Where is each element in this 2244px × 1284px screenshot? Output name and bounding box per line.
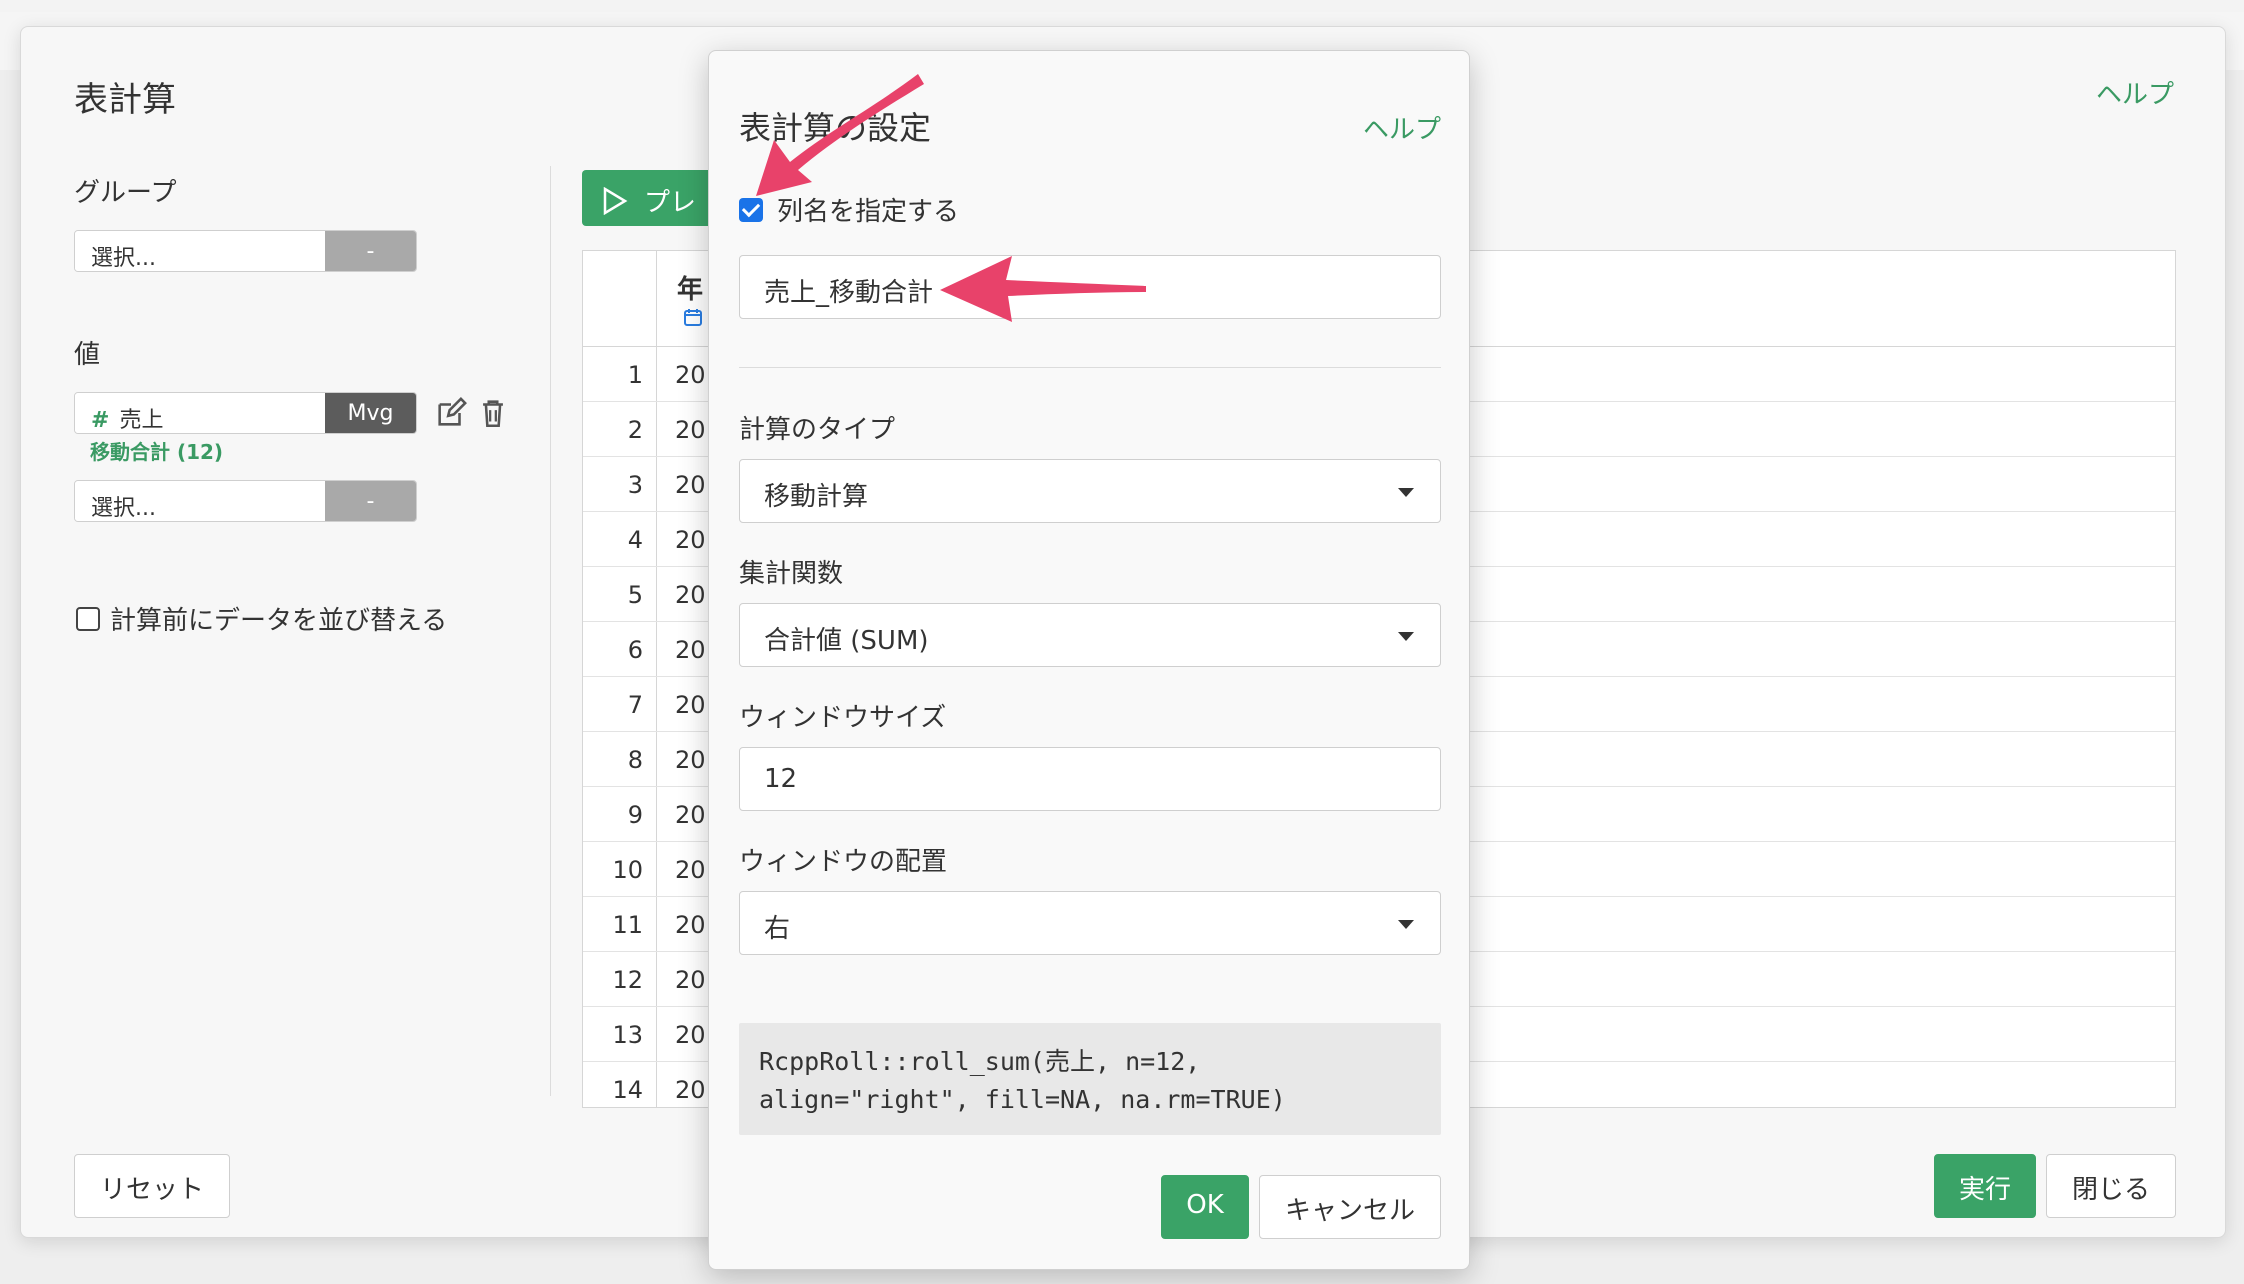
help-link[interactable]: ヘルプ <box>2096 74 2174 111</box>
sort-checkbox[interactable] <box>76 606 100 631</box>
value-label: 値 <box>74 340 101 370</box>
column-name-input[interactable]: 売上_移動合計 <box>739 255 1441 319</box>
value-agg-badge[interactable]: Mvg <box>325 393 416 433</box>
group-select[interactable]: 選択... <box>75 231 325 271</box>
cell-year: 20 <box>675 361 706 389</box>
ok-button[interactable]: OK <box>1161 1175 1249 1239</box>
modal-title: 表計算の設定 <box>739 109 932 147</box>
panel-divider <box>550 166 551 1096</box>
row-index: 14 <box>612 1076 643 1104</box>
agg-function-value: 合計値 (SUM) <box>764 626 929 656</box>
window-align-label: ウィンドウの配置 <box>739 847 948 877</box>
window-align-select[interactable]: 右 <box>739 891 1441 955</box>
value-select-2[interactable]: 選択... <box>75 481 325 521</box>
cell-year: 20 <box>675 526 706 554</box>
cell-year: 20 <box>675 966 706 994</box>
sort-before-calc[interactable]: 計算前にデータを並び替える <box>76 600 447 637</box>
code-preview: RcppRoll::roll_sum(売上, n=12, align="righ… <box>739 1023 1441 1135</box>
run-button[interactable]: 実行 <box>1934 1154 2036 1218</box>
group-select-row[interactable]: 選択... - <box>74 230 417 272</box>
edit-icon[interactable] <box>434 396 468 430</box>
number-type-icon: # <box>91 408 110 433</box>
row-index: 6 <box>627 636 643 664</box>
window-align-value: 右 <box>764 914 791 944</box>
value-select-row-2[interactable]: 選択... - <box>74 480 417 522</box>
dialog-title: 表計算 <box>74 80 176 120</box>
row-index: 13 <box>612 1021 643 1049</box>
cell-year: 20 <box>675 416 706 444</box>
cell-year: 20 <box>675 856 706 884</box>
row-index: 12 <box>612 966 643 994</box>
cell-year: 20 <box>675 1076 706 1104</box>
modal-divider <box>739 367 1441 368</box>
specify-column-name[interactable]: 列名を指定する <box>739 191 959 228</box>
agg-function-select[interactable]: 合計値 (SUM) <box>739 603 1441 667</box>
cell-year: 20 <box>675 636 706 664</box>
cell-year: 20 <box>675 581 706 609</box>
calc-type-value: 移動計算 <box>764 482 869 512</box>
specify-column-name-label: 列名を指定する <box>777 197 960 227</box>
row-index: 1 <box>627 361 643 389</box>
cell-year: 20 <box>675 1021 706 1049</box>
cell-year: 20 <box>675 471 706 499</box>
row-index: 3 <box>627 471 643 499</box>
specify-column-name-checkbox[interactable] <box>739 197 763 222</box>
value-remove-button-2[interactable]: - <box>325 481 416 521</box>
row-index: 4 <box>627 526 643 554</box>
row-index: 10 <box>612 856 643 884</box>
group-remove-button[interactable]: - <box>325 231 416 271</box>
cancel-button[interactable]: キャンセル <box>1259 1175 1441 1239</box>
calendar-icon <box>684 309 702 326</box>
cell-year: 20 <box>675 911 706 939</box>
row-index: 7 <box>627 691 643 719</box>
sort-checkbox-label: 計算前にデータを並び替える <box>110 606 448 636</box>
trash-icon[interactable] <box>476 396 510 430</box>
cell-year: 20 <box>675 746 706 774</box>
reset-button[interactable]: リセット <box>74 1154 230 1218</box>
row-index: 9 <box>627 801 643 829</box>
row-index: 8 <box>627 746 643 774</box>
top-bar <box>0 0 2244 12</box>
close-button[interactable]: 閉じる <box>2046 1154 2176 1218</box>
window-size-input[interactable]: 12 <box>739 747 1441 811</box>
row-index: 5 <box>627 581 643 609</box>
calc-settings-modal: 表計算の設定 ヘルプ 列名を指定する 売上_移動合計 計算のタイプ 移動計算 集… <box>708 50 1470 1270</box>
cell-year: 20 <box>675 691 706 719</box>
window-size-label: ウィンドウサイズ <box>739 703 947 733</box>
calc-type-label: 計算のタイプ <box>739 415 896 445</box>
row-index: 11 <box>612 911 643 939</box>
calc-type-select[interactable]: 移動計算 <box>739 459 1441 523</box>
preview-button-label: プレ <box>644 188 697 218</box>
cell-year: 20 <box>675 801 706 829</box>
value-field[interactable]: # 売上 <box>75 393 325 433</box>
modal-help-link[interactable]: ヘルプ <box>1363 109 1441 146</box>
column-header-year[interactable]: 年 <box>677 269 703 306</box>
value-field-name: 売上 <box>119 408 164 433</box>
value-sub-label: 移動合計 (12) <box>90 440 224 464</box>
play-icon <box>603 186 628 216</box>
value-select-row[interactable]: # 売上 Mvg <box>74 392 417 434</box>
row-index: 2 <box>627 416 643 444</box>
group-label: グループ <box>74 178 177 208</box>
agg-function-label: 集計関数 <box>739 559 844 589</box>
